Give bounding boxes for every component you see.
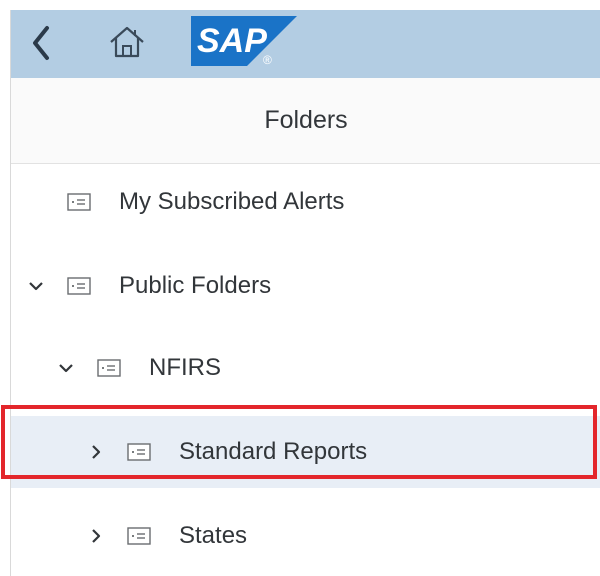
tree-item-nfirs[interactable]: NFIRS (11, 332, 600, 404)
tree-item-label: Standard Reports (179, 438, 368, 465)
chevron-right-icon[interactable] (87, 443, 105, 461)
svg-text:®: ® (263, 53, 272, 67)
tree-item-states[interactable]: States (11, 500, 600, 572)
tree-item-label: States (179, 522, 248, 549)
chevron-down-icon[interactable] (27, 277, 45, 295)
tree-item-label: My Subscribed Alerts (119, 188, 345, 215)
tree-item-my-subscribed-alerts[interactable]: My Subscribed Alerts (11, 166, 600, 238)
chevron-right-icon[interactable] (87, 527, 105, 545)
app-frame: SAP ® Folders My Subscribed Alerts Publi… (10, 10, 600, 576)
chevron-down-icon[interactable] (57, 359, 75, 377)
shell-bar: SAP ® (11, 10, 600, 78)
panel-title: Folders (264, 106, 348, 134)
folders-panel-title: Folders (11, 78, 600, 164)
sap-logo: SAP ® (189, 12, 299, 68)
tree-item-public-folders[interactable]: Public Folders (11, 250, 600, 322)
tree-item-standard-reports[interactable]: Standard Reports (11, 416, 600, 488)
folder-icon (127, 443, 151, 461)
back-button[interactable] (25, 20, 59, 66)
folder-icon (67, 277, 91, 295)
svg-text:SAP: SAP (197, 22, 267, 60)
focus-indicator (593, 409, 594, 475)
folder-icon (127, 527, 151, 545)
tree-item-label: NFIRS (149, 354, 221, 381)
folder-icon (97, 359, 121, 377)
home-icon (110, 26, 144, 58)
chevron-left-icon (33, 26, 49, 60)
home-button[interactable] (107, 22, 147, 62)
tree-item-label: Public Folders (119, 272, 272, 299)
folder-icon (67, 193, 91, 211)
